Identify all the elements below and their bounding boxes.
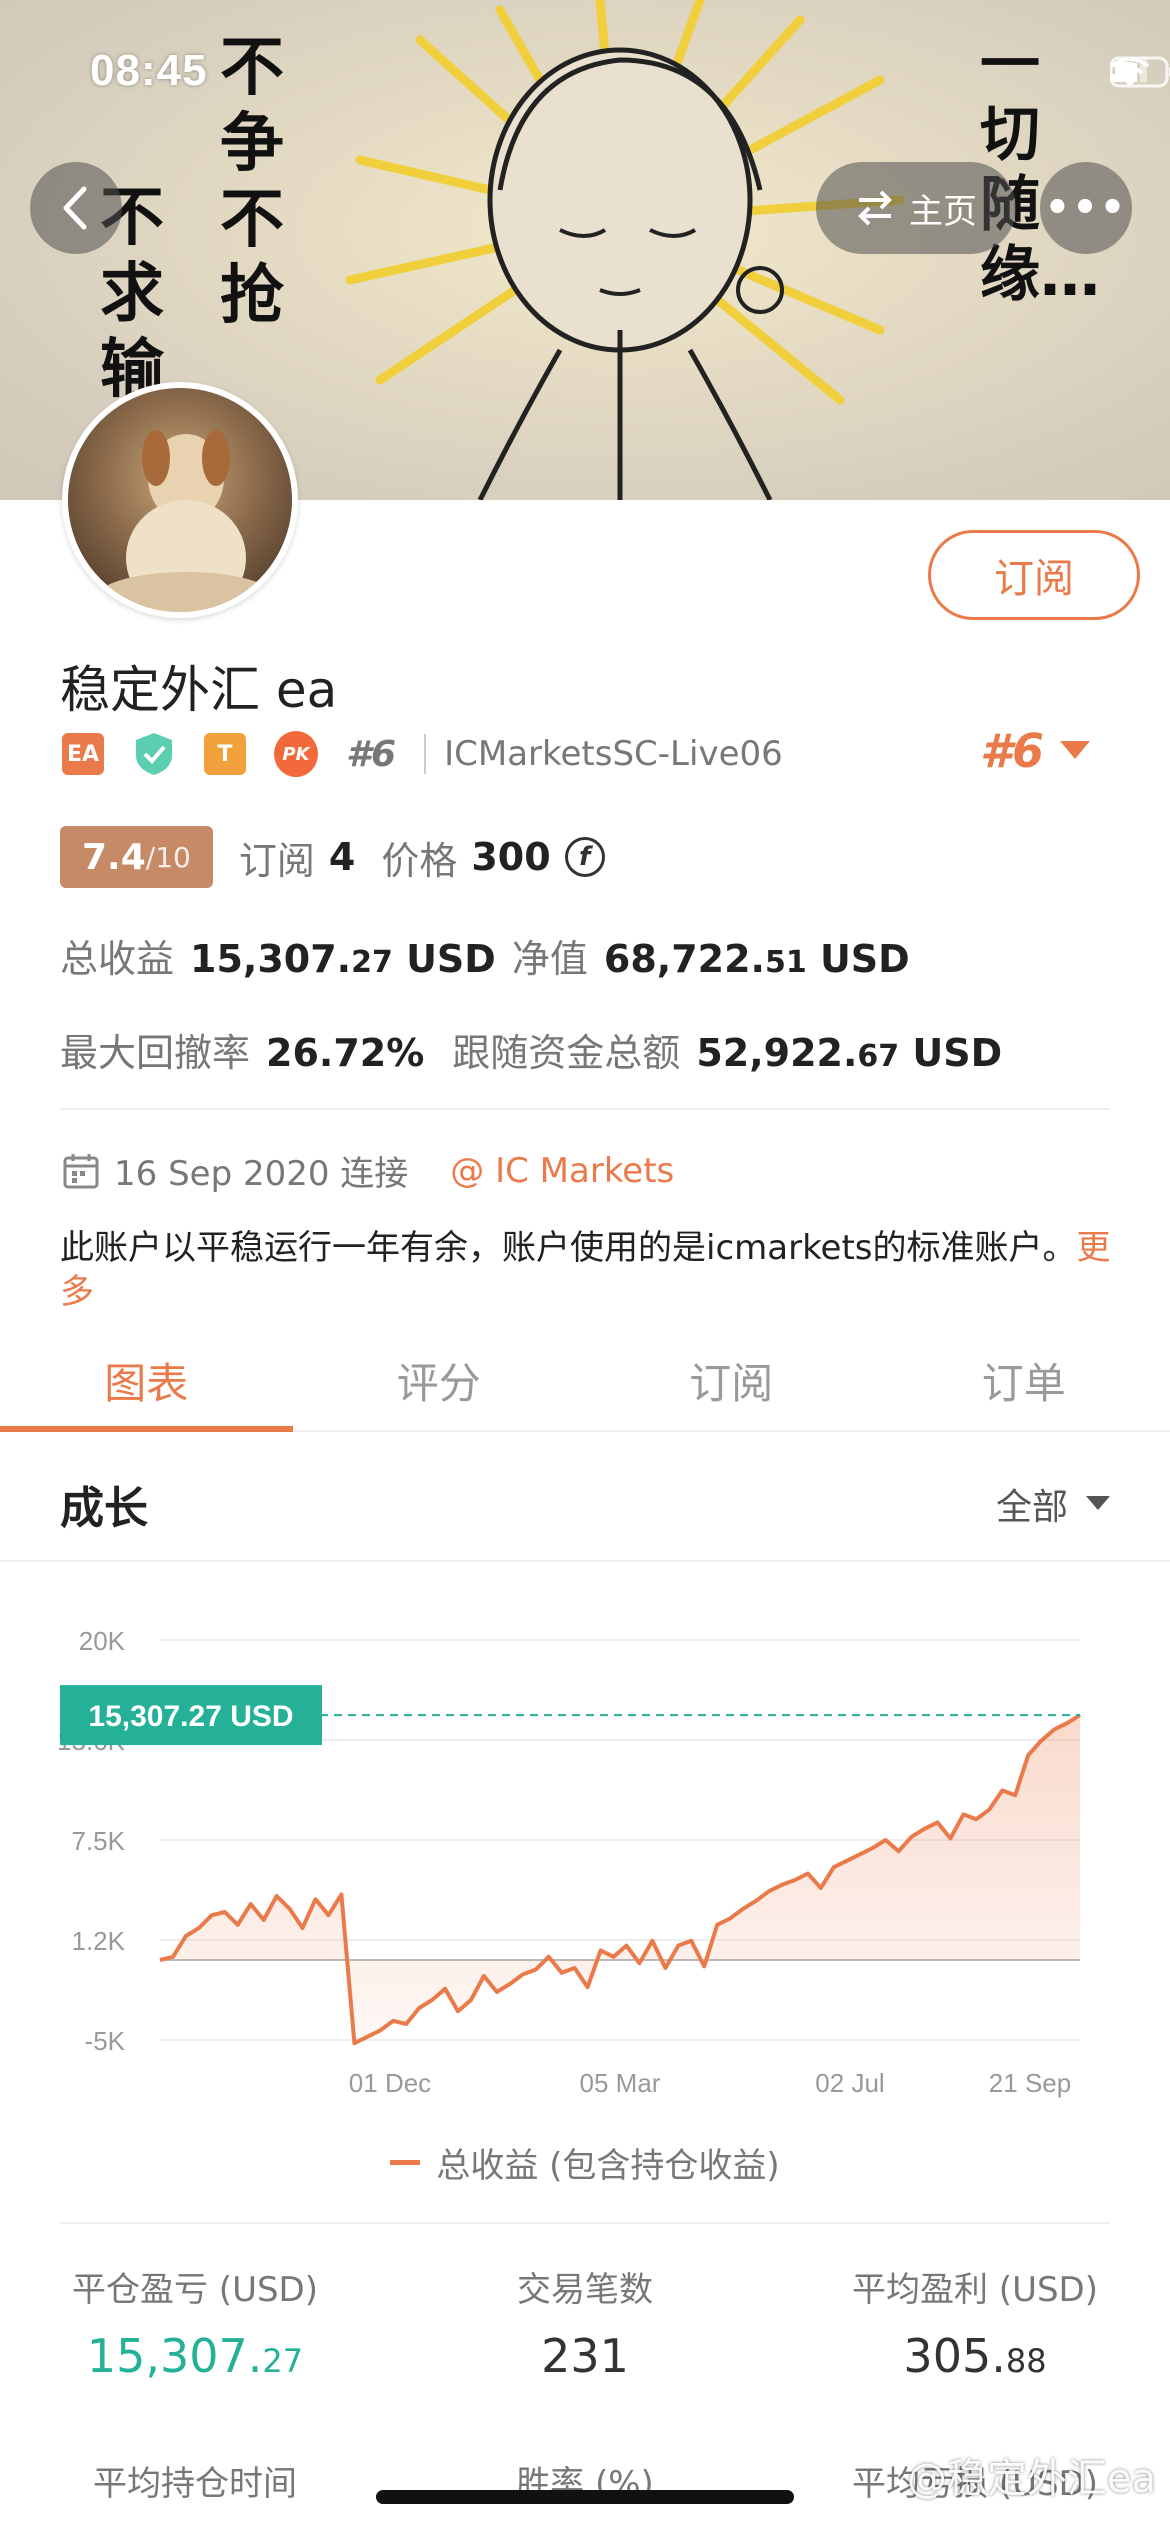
legend-swatch — [390, 2160, 421, 2165]
follow-funds-label: 跟随资金总额 — [452, 1031, 681, 1075]
price-label: 价格 — [381, 838, 458, 883]
score-badge: 7.4 /10 — [60, 826, 213, 888]
x-tick-label: 01 Dec — [349, 2068, 431, 2098]
account-description: 此账户以平稳运行一年有余，账户使用的是icmarkets的标准账户。更多 — [60, 1226, 1120, 1314]
metric-label: 平均盈利 (USD) — [852, 2270, 1098, 2310]
watermark: @稳定外汇ea — [906, 2456, 1156, 2502]
filter-label: 全部 — [995, 1487, 1068, 1528]
metric-label: 平均持仓时间 — [93, 2464, 297, 2504]
broker-link[interactable]: @ IC Markets — [450, 1151, 674, 1191]
y-tick-label: 1.2K — [72, 1926, 126, 1956]
chart-legend: 总收益 (包含持仓收益) — [0, 2138, 1170, 2187]
more-button[interactable]: ••• — [1040, 162, 1132, 254]
divider — [60, 2222, 1110, 2224]
follow-funds-value: 52,922.67 USD — [696, 1031, 1003, 1075]
y-tick-label: -5K — [85, 2026, 126, 2056]
drawdown-row: 最大回撤率 26.72% 跟随资金总额 52,922.67 USD — [60, 1022, 1002, 1077]
ea-badge: EA — [62, 733, 104, 775]
max-drawdown-value: 26.72% — [266, 1031, 425, 1075]
chevron-left-icon — [63, 186, 87, 230]
battery-icon — [1110, 56, 1170, 88]
total-profit-label: 总收益 — [60, 937, 175, 981]
pk-badge: PK — [274, 731, 318, 777]
shield-check-icon — [136, 733, 172, 775]
home-label: 主页 — [909, 191, 977, 232]
growth-chart-svg: 20K13.6K7.5K1.2K-5K01 Dec05 Mar02 Jul21 … — [57, 1626, 1082, 2098]
y-tick-label: 20K — [79, 1626, 126, 1656]
metric-value: 15,307.27 — [86, 2329, 304, 2383]
current-value-label: 15,307.27 USD — [88, 1700, 293, 1733]
rank-big-value: #6 — [980, 724, 1045, 778]
triangle-down-icon — [1086, 1496, 1110, 1510]
home-button[interactable]: 主页 — [816, 162, 1016, 254]
status-time: 08:45 — [90, 46, 208, 95]
back-button[interactable] — [30, 162, 122, 254]
score-row: 7.4 /10 订阅 4 价格 300 f — [60, 826, 605, 888]
profit-row: 总收益 15,307.27 USD 净值 68,722.51 USD — [60, 928, 910, 983]
connect-row: 16 Sep 2020 连接 @ IC Markets — [62, 1146, 674, 1195]
more-dots-icon: ••• — [1044, 185, 1128, 231]
series-area — [160, 1715, 1080, 2044]
metric-label: 交易笔数 — [517, 2270, 653, 2310]
subs-label: 订阅 — [238, 838, 315, 883]
metric-value: 305.88 — [903, 2329, 1047, 2383]
equity-value: 68,722.51 USD — [603, 937, 910, 981]
divider — [60, 1108, 1110, 1110]
calendar-icon — [63, 1153, 99, 1188]
y-tick-label: 7.5K — [72, 1826, 126, 1856]
account-name: 稳定外汇 ea — [60, 661, 338, 719]
section-title: 成长 — [60, 1483, 148, 1534]
rank-dropdown[interactable]: #6 — [980, 724, 1091, 778]
description-text: 此账户以平稳运行一年有余，账户使用的是icmarkets的标准账户。 — [60, 1228, 1077, 1268]
x-tick-label: 05 Mar — [580, 2068, 661, 2098]
dog-avatar-image — [96, 430, 276, 612]
subs-value: 4 — [328, 835, 356, 879]
tab-bar: 图表 评分 订阅 订单 — [0, 1330, 1170, 1432]
metrics-row: 平仓盈亏 (USD) 15,307.27 交易笔数 231 平均盈利 (USD)… — [0, 2262, 1170, 2383]
tab-subscribe[interactable]: 订阅 — [585, 1330, 878, 1430]
price-value: 300 — [471, 835, 551, 879]
metric-avg-profit: 平均盈利 (USD) 305.88 — [780, 2262, 1170, 2383]
metric-trade-count: 交易笔数 231 — [390, 2262, 780, 2383]
badge-row: EA T PK #6 ICMarketsSC-Live06 — [62, 730, 783, 778]
total-profit-value: 15,307.27 USD — [190, 937, 496, 981]
score-value: 7.4 — [82, 836, 146, 878]
score-denominator: /10 — [145, 840, 191, 874]
max-drawdown-label: 最大回撤率 — [60, 1031, 251, 1075]
x-tick-label: 21 Sep — [989, 2068, 1071, 2098]
currency-icon: f — [564, 837, 605, 877]
metric-value: 231 — [541, 2329, 629, 2383]
connect-date: 16 Sep 2020 连接 — [114, 1154, 409, 1194]
tab-rating[interactable]: 评分 — [293, 1330, 586, 1430]
server-name: ICMarketsSC-Live06 — [424, 734, 783, 774]
tab-orders[interactable]: 订单 — [878, 1330, 1170, 1430]
range-filter[interactable]: 全部 — [996, 1478, 1110, 1530]
equity-label: 净值 — [511, 937, 588, 981]
x-tick-label: 02 Jul — [815, 2068, 884, 2098]
avatar — [62, 382, 298, 618]
t-badge: T — [204, 733, 246, 775]
home-indicator[interactable] — [376, 2490, 794, 2504]
growth-chart: 20K13.6K7.5K1.2K-5K01 Dec05 Mar02 Jul21 … — [0, 1570, 1170, 2190]
banner-text-left-1: 不争不抢 — [220, 31, 284, 333]
rank-small: #6 — [346, 733, 397, 775]
triangle-down-icon — [1060, 741, 1091, 759]
growth-section-header: 成长 全部 — [0, 1434, 1170, 1562]
metric-label: 平仓盈亏 (USD) — [72, 2270, 318, 2310]
swap-icon — [858, 190, 892, 226]
metric-closed-pnl: 平仓盈亏 (USD) 15,307.27 — [0, 2262, 390, 2383]
metric-avg-hold-time: 平均持仓时间 — [0, 2456, 390, 2505]
tab-chart[interactable]: 图表 — [0, 1330, 293, 1432]
legend-label: 总收益 (包含持仓收益) — [436, 2146, 780, 2186]
subscribe-button[interactable]: 订阅 — [928, 530, 1140, 620]
